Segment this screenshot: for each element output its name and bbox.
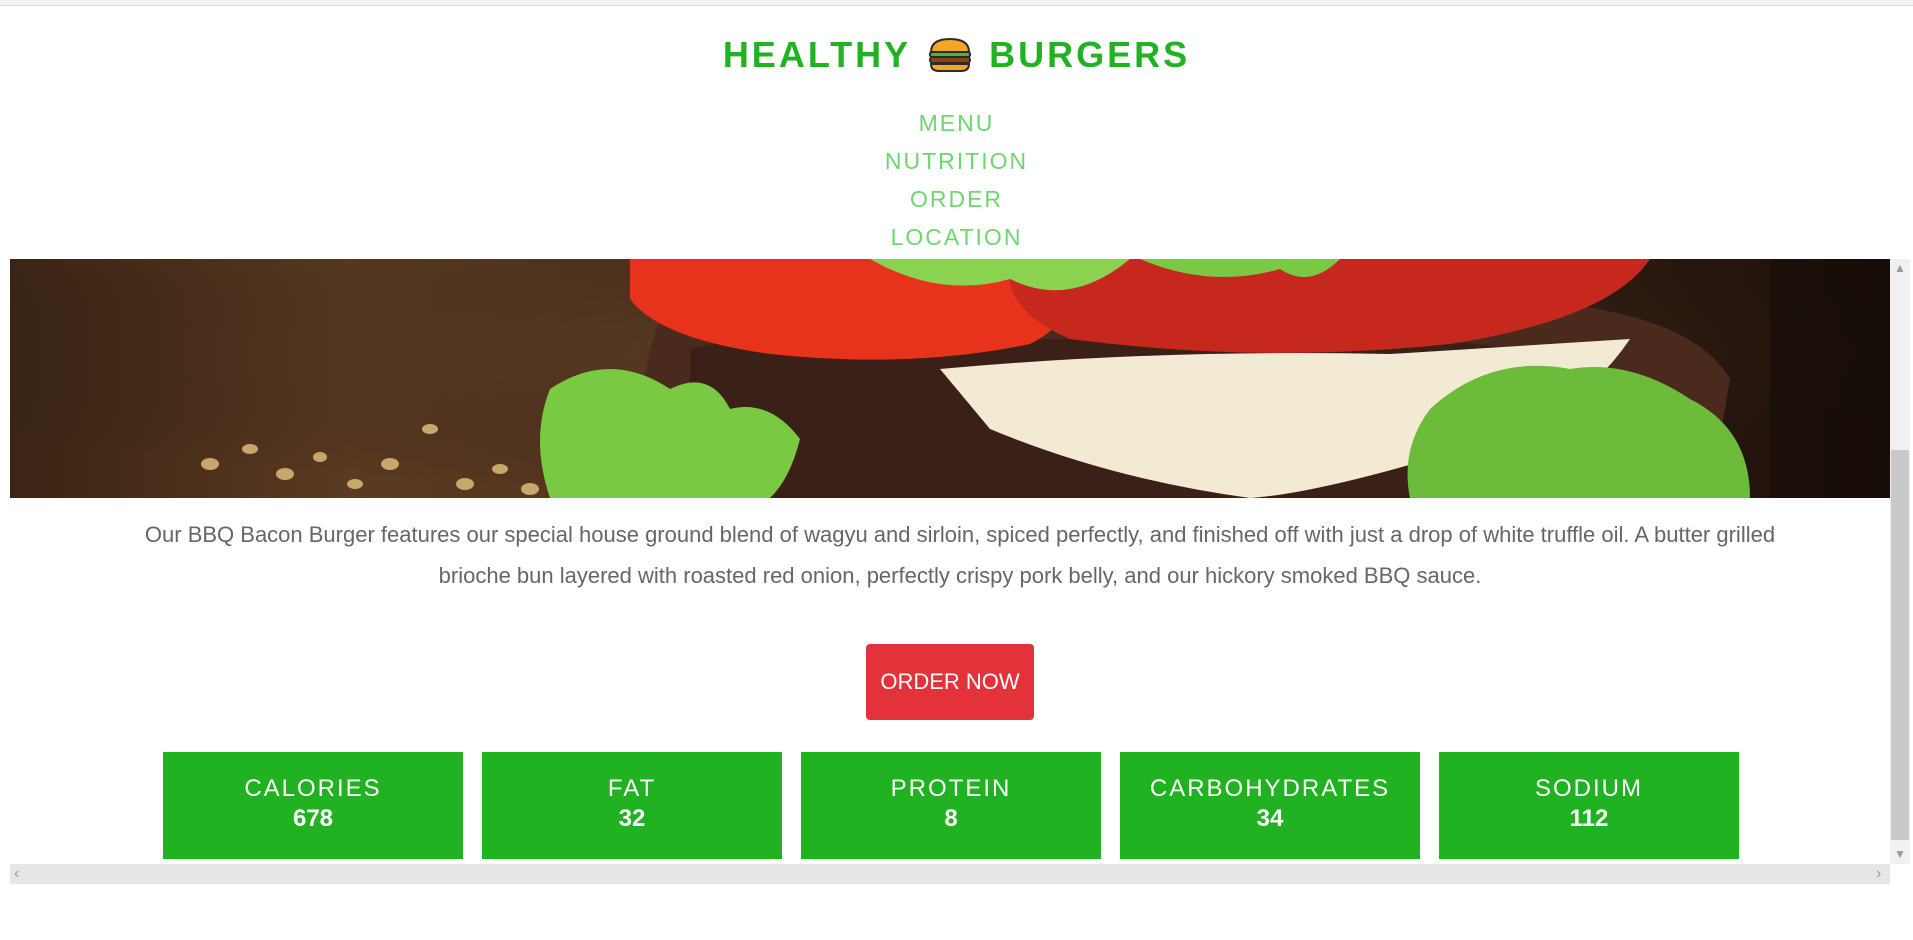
chevron-left-icon[interactable]: ‹: [14, 866, 19, 882]
chevron-right-icon[interactable]: ›: [1876, 866, 1881, 882]
stat-label: FAT: [607, 775, 657, 802]
nav-item-order[interactable]: ORDER: [0, 180, 1913, 218]
nav-item-nutrition[interactable]: NUTRITION: [0, 142, 1913, 180]
stat-calories: CALORIES 678: [163, 752, 463, 859]
horizontal-scrollbar[interactable]: [10, 864, 1890, 884]
stat-label: PROTEIN: [890, 775, 1012, 802]
scroll-content[interactable]: Our BBQ Bacon Burger features our specia…: [10, 259, 1890, 864]
stat-label: SODIUM: [1535, 775, 1643, 802]
stat-label: CALORIES: [244, 775, 382, 802]
browser-top-border: [0, 0, 1913, 6]
burger-icon: [929, 37, 972, 72]
stat-label: CARBOHYDRATES: [1149, 775, 1391, 802]
burger-description: Our BBQ Bacon Burger features our specia…: [144, 522, 1776, 588]
stat-value: 34: [1256, 805, 1284, 832]
stat-fat: FAT 32: [482, 752, 782, 859]
hero-image: [10, 259, 1890, 498]
nutrition-stats: CALORIES 678 FAT 32 PROTEIN 8 CARBOHYDRA…: [163, 752, 1748, 859]
stat-value: 32: [618, 805, 646, 832]
nav-item-menu[interactable]: MENU: [0, 104, 1913, 142]
stat-sodium: SODIUM 112: [1439, 752, 1739, 859]
page-title: HEALTHY BURGERS: [723, 34, 1190, 76]
chevron-up-icon[interactable]: ▲: [1894, 262, 1906, 274]
vertical-scrollbar-thumb[interactable]: [1891, 450, 1909, 840]
stat-protein: PROTEIN 8: [801, 752, 1101, 859]
stat-value: 678: [292, 805, 334, 832]
hero-burger-illustration: [10, 259, 1890, 498]
chevron-down-icon[interactable]: ▼: [1894, 848, 1906, 860]
nav-item-location[interactable]: LOCATION: [0, 218, 1913, 256]
order-now-button[interactable]: ORDER NOW: [866, 644, 1034, 720]
main-nav: MENU NUTRITION ORDER LOCATION: [0, 104, 1913, 256]
site-header: HEALTHY BURGERS: [0, 34, 1913, 76]
title-burgers: BURGERS: [989, 34, 1191, 75]
title-healthy: HEALTHY: [722, 34, 912, 75]
stat-carbohydrates: CARBOHYDRATES 34: [1120, 752, 1420, 859]
stat-value: 8: [944, 805, 958, 832]
stat-value: 112: [1569, 805, 1609, 832]
